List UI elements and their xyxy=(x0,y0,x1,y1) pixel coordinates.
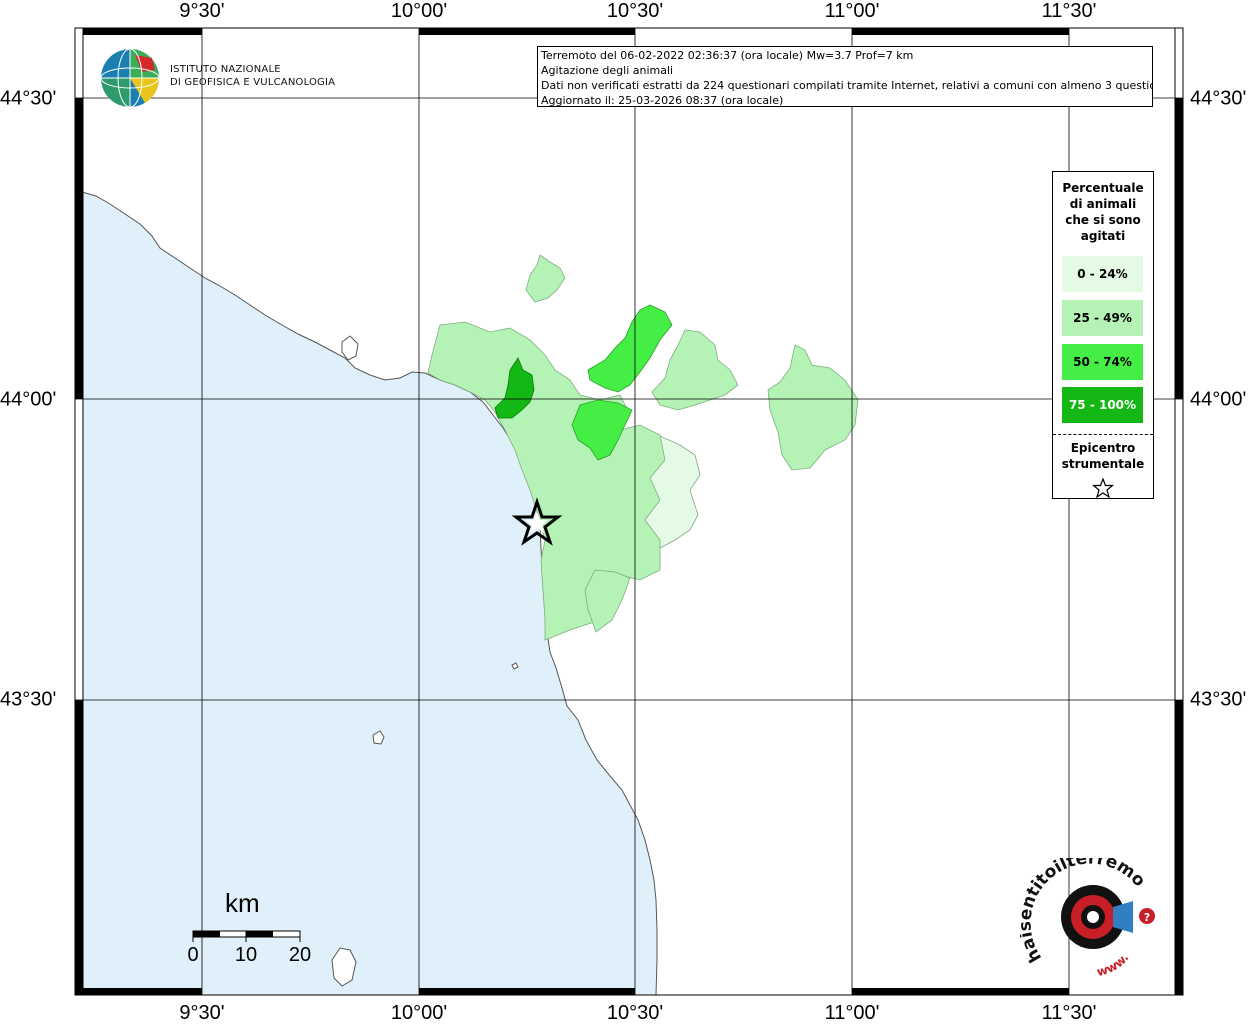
scale-label: 0 xyxy=(187,944,199,966)
lon-label-top: 10°00' xyxy=(390,0,448,22)
lat-label-left: 44°00' xyxy=(0,388,57,411)
legend-item-label: 50 - 74% xyxy=(1073,355,1132,369)
island xyxy=(341,335,359,361)
lon-label-bottom: 9°30' xyxy=(179,1002,225,1024)
lat-label-left: 44°30' xyxy=(0,87,57,110)
municipality-area xyxy=(767,344,859,471)
legend-item: 75 - 100% xyxy=(1062,387,1143,423)
lon-label-bottom: 10°30' xyxy=(606,1002,664,1024)
lat-label-right: 43°30' xyxy=(1190,688,1247,711)
municipality-area xyxy=(525,254,566,303)
legend-divider xyxy=(1053,434,1153,435)
lon-label-bottom: 11°30' xyxy=(1041,1002,1097,1024)
scale-label: 20 xyxy=(288,944,312,966)
info-line-event: Terremoto del 06-02-2022 02:36:37 (ora l… xyxy=(541,49,914,62)
ingv-logo-text: ISTITUTO NAZIONALE DI GEOFISICA E VULCAN… xyxy=(170,63,335,89)
legend-item-label: 0 - 24% xyxy=(1077,267,1128,281)
lat-label-right: 44°30' xyxy=(1190,87,1247,110)
legend-item-label: 25 - 49% xyxy=(1073,311,1132,325)
lon-label-top: 9°30' xyxy=(179,0,225,22)
lon-label-bottom: 10°00' xyxy=(390,1002,448,1024)
municipality-area xyxy=(651,329,739,411)
lon-label-bottom: 11°00' xyxy=(824,1002,880,1024)
legend-item: 50 - 74% xyxy=(1062,344,1143,380)
hst-logo-icon: haisentitoilterremoto.it www. ? xyxy=(1020,858,1155,980)
legend-item: 0 - 24% xyxy=(1062,256,1143,292)
lon-label-top: 11°00' xyxy=(824,0,880,22)
svg-text:?: ? xyxy=(1144,911,1150,924)
legend-item: 25 - 49% xyxy=(1062,300,1143,336)
lat-label-left: 43°30' xyxy=(0,688,57,711)
ingv-logo-icon xyxy=(100,48,160,108)
scale-label: 10 xyxy=(234,944,258,966)
municipality-area xyxy=(587,304,673,393)
info-line-topic: Agitazione degli animali xyxy=(541,64,674,77)
info-line-source: Dati non verificati estratti da 224 ques… xyxy=(541,79,1153,92)
legend-item-label: 75 - 100% xyxy=(1068,398,1137,412)
lon-label-top: 10°30' xyxy=(606,0,664,22)
ingv-line1: ISTITUTO NAZIONALE xyxy=(170,64,281,75)
legend-title: Percentuale di animali che si sono agita… xyxy=(1062,181,1144,243)
epicenter-legend-label: Epicentro strumentale xyxy=(1061,441,1145,471)
island xyxy=(331,947,357,987)
hst-www-text: www. xyxy=(1095,951,1131,980)
scale-unit: km xyxy=(225,888,260,918)
lon-label-top: 11°30' xyxy=(1041,0,1097,22)
ingv-line2: DI GEOFISICA E VULCANOLOGIA xyxy=(170,77,336,88)
info-box: Terremoto del 06-02-2022 02:36:37 (ora l… xyxy=(537,46,1153,107)
legend: Percentuale di animali che si sono agita… xyxy=(1052,171,1154,499)
epicenter-legend-star-icon xyxy=(1092,478,1114,498)
info-line-updated: Aggiornato il: 25-03-2026 08:37 (ora loc… xyxy=(541,94,784,107)
lat-label-right: 44°00' xyxy=(1190,388,1247,411)
